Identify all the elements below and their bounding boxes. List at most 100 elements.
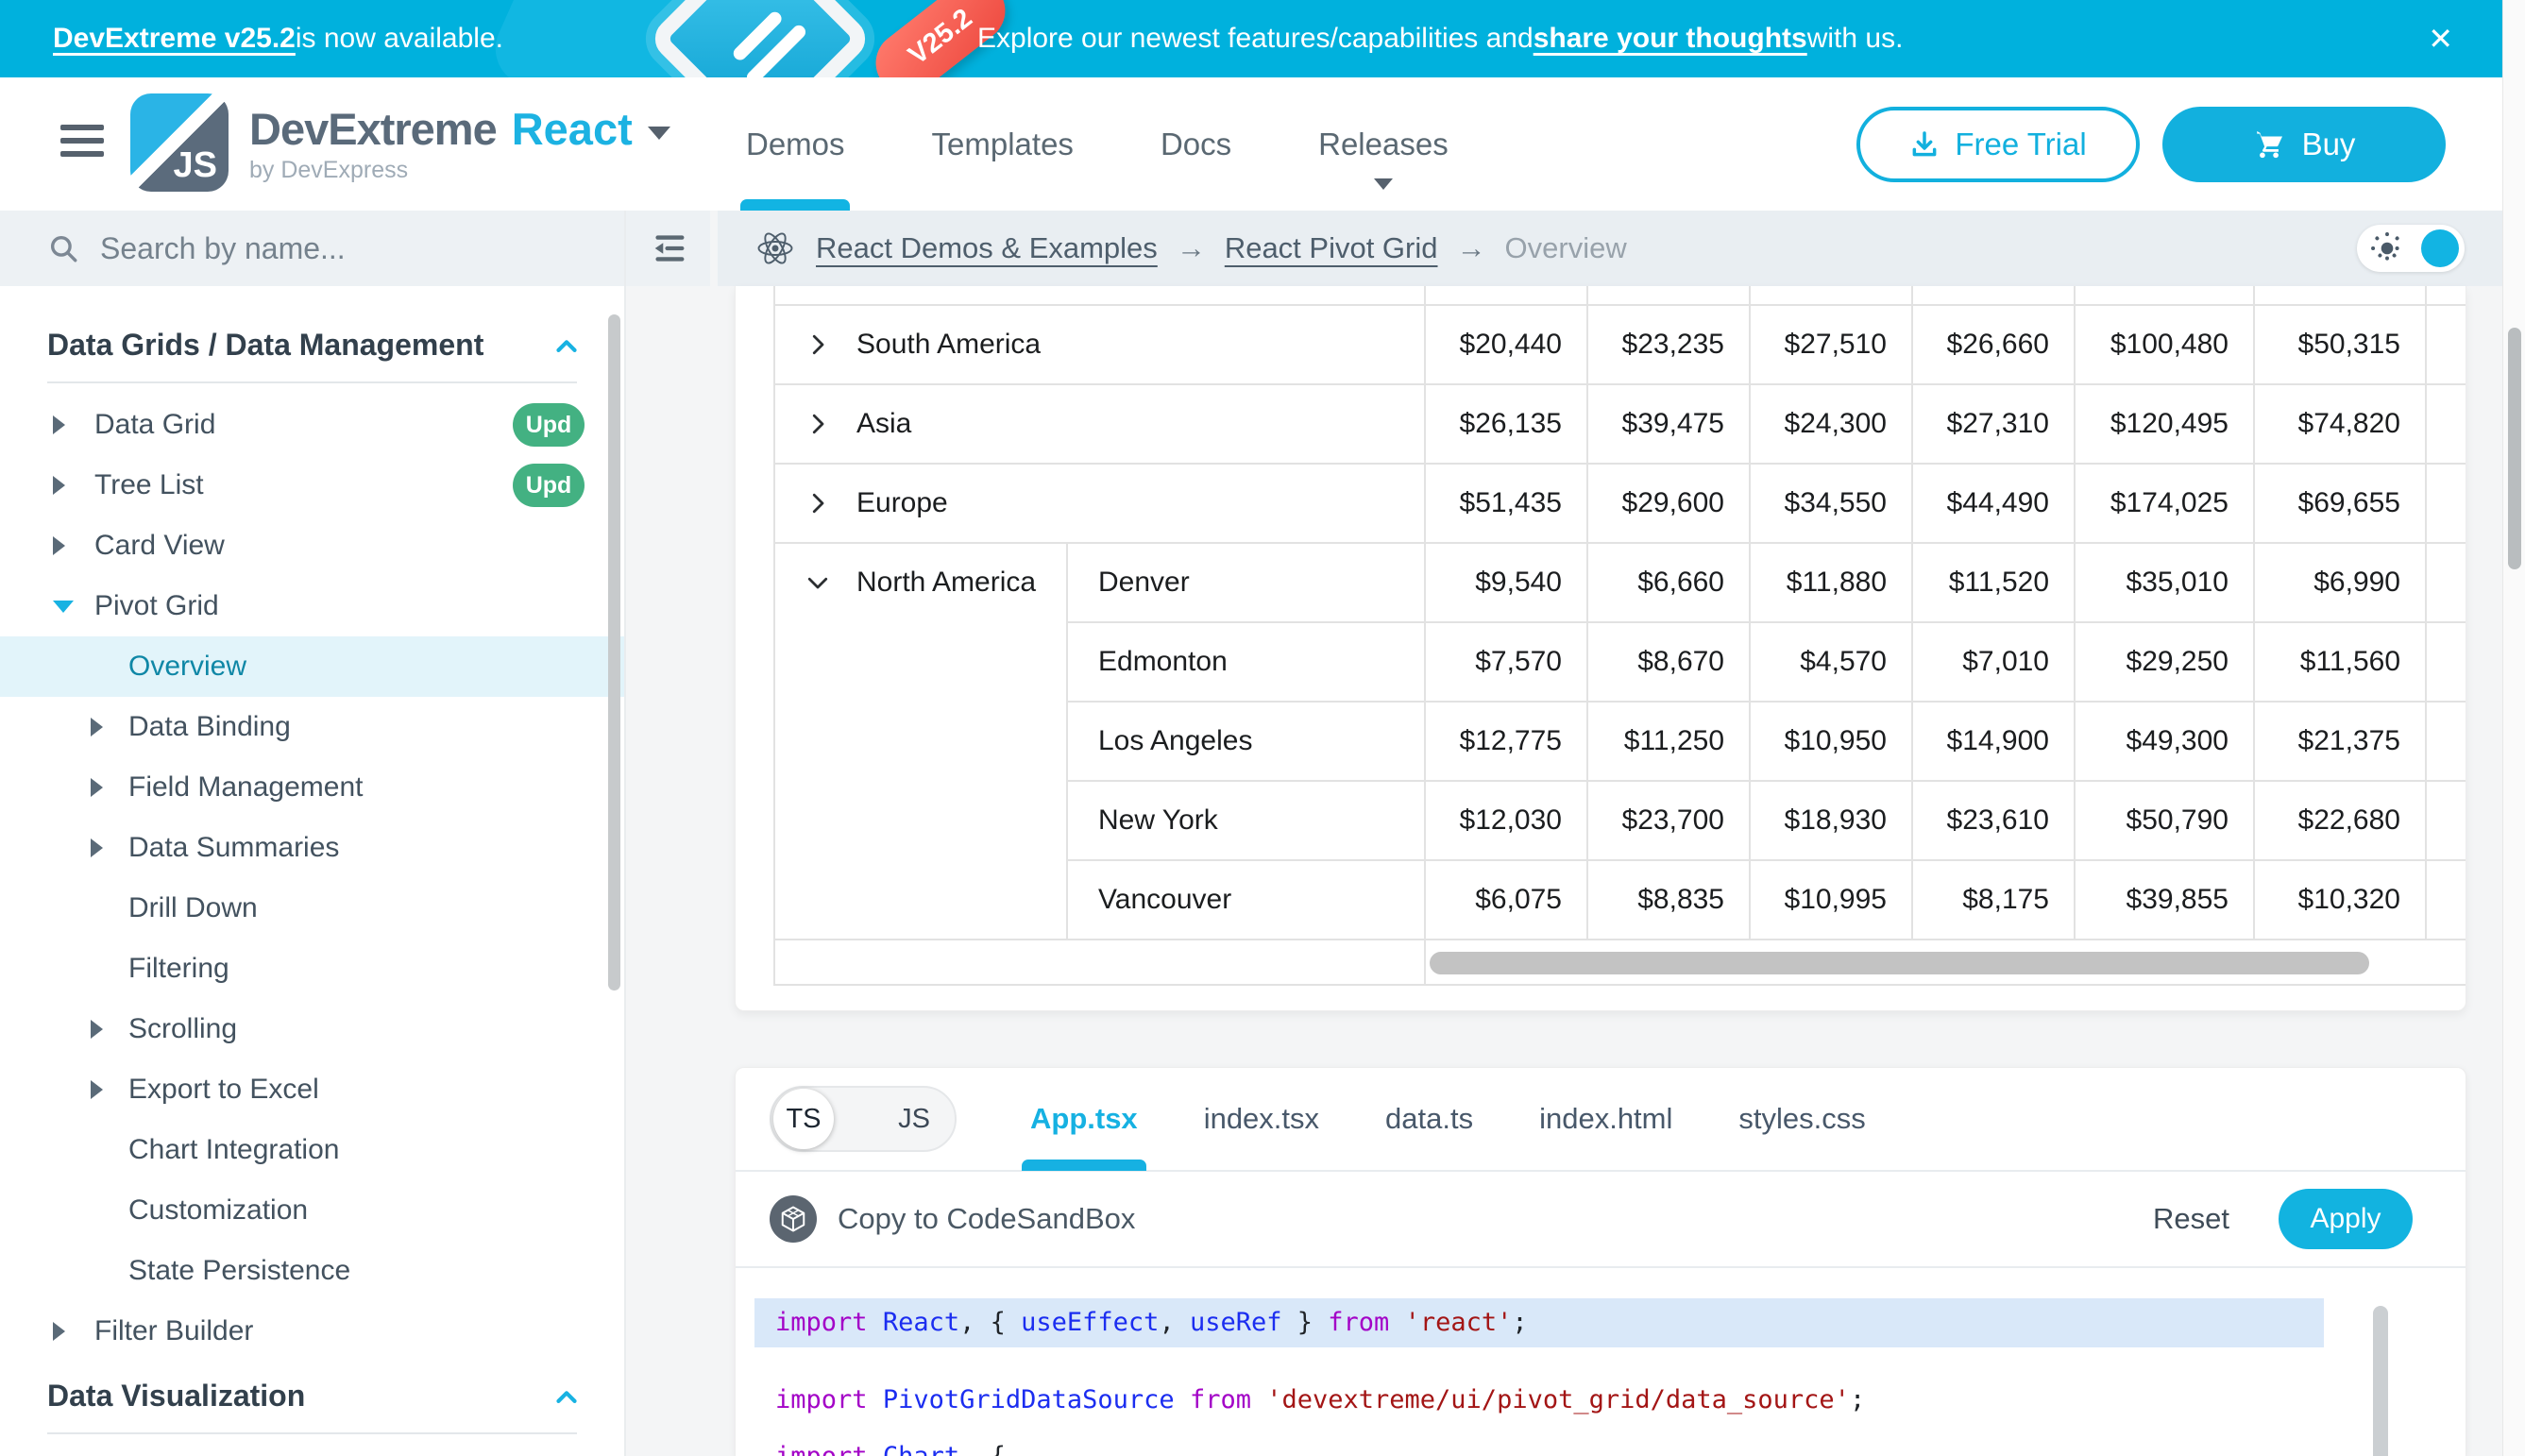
breadcrumb-link-pivot-grid[interactable]: React Pivot Grid [1225, 231, 1438, 265]
file-tab-index-html[interactable]: index.html [1539, 1067, 1672, 1171]
toggle-option-ts[interactable]: TS [771, 1104, 836, 1135]
pivot-value-cell[interactable]: $27,510 [1750, 305, 1912, 384]
pivot-value-cell[interactable]: $26,135 [1425, 384, 1587, 464]
collapse-arrow-icon[interactable] [53, 601, 74, 613]
expand-arrow-icon[interactable] [91, 838, 103, 857]
sidebar-item-customization[interactable]: Customization [0, 1180, 624, 1241]
sidebar-item-drill-down[interactable]: Drill Down [0, 878, 624, 939]
sidebar-item-field-management[interactable]: Field Management [0, 757, 624, 818]
reset-button[interactable]: Reset [2153, 1202, 2229, 1236]
sidebar-scrollbar[interactable] [608, 314, 620, 990]
file-tab-data-ts[interactable]: data.ts [1385, 1067, 1473, 1171]
expand-arrow-icon[interactable] [53, 415, 65, 434]
pivot-value-cell[interactable]: $49,300 [2075, 702, 2254, 781]
expand-arrow-icon[interactable] [91, 1080, 103, 1099]
sidebar-item-card-view[interactable]: Card View [0, 516, 624, 576]
sidebar-item-filtering[interactable]: Filtering [0, 939, 624, 999]
sidebar-section-data-grids-data-management[interactable]: Data Grids / Data Management [0, 311, 624, 376]
horizontal-scrollbar[interactable] [1425, 940, 2466, 985]
pivot-row-header[interactable]: Asia [774, 384, 1425, 464]
pivot-value-cell[interactable]: $27,310 [1912, 384, 2075, 464]
expand-arrow-icon[interactable] [53, 536, 65, 555]
nav-item-releases[interactable]: Releases [1318, 77, 1449, 211]
search-input[interactable] [100, 231, 553, 266]
pivot-value-cell[interactable] [2075, 286, 2254, 305]
apply-button[interactable]: Apply [2279, 1189, 2413, 1249]
pivot-value-cell[interactable]: $51,435 [1425, 464, 1587, 543]
pivot-value-cell[interactable]: $39,475 [1587, 384, 1750, 464]
pivot-value-cell[interactable]: $34,550 [1750, 464, 1912, 543]
toc-collapse-button[interactable] [626, 211, 710, 286]
sidebar-section-data-visualization[interactable]: Data Visualization [0, 1362, 624, 1427]
pivot-value-cell[interactable] [1912, 286, 2075, 305]
nav-item-demos[interactable]: Demos [746, 77, 845, 211]
breadcrumb-link-demos[interactable]: React Demos & Examples [816, 231, 1158, 265]
pivot-city-cell[interactable]: Denver [1067, 543, 1425, 622]
pivot-value-cell[interactable]: $10,995 [1750, 860, 1912, 940]
pivot-value-cell[interactable]: $74,820 [2254, 384, 2426, 464]
pivot-city-cell[interactable]: Los Angeles [1067, 702, 1425, 781]
sidebar-item-scrolling[interactable]: Scrolling [0, 999, 624, 1059]
expand-arrow-icon[interactable] [53, 476, 65, 495]
nav-item-templates[interactable]: Templates [932, 77, 1074, 211]
pivot-value-cell[interactable]: $35,010 [2075, 543, 2254, 622]
language-toggle[interactable]: TS JS [770, 1086, 957, 1152]
pivot-value-cell[interactable]: $12,030 [1425, 781, 1587, 860]
code-scrollbar[interactable] [2373, 1306, 2388, 1456]
brand-logo[interactable]: JS DevExtreme React by DevExpress [130, 93, 670, 192]
pivot-value-cell[interactable]: $50,790 [2075, 781, 2254, 860]
copy-to-codesandbox-button[interactable]: Copy to CodeSandBox [770, 1195, 1135, 1243]
pivot-value-cell[interactable]: $29,600 [1587, 464, 1750, 543]
theme-toggle[interactable] [2357, 225, 2465, 272]
pivot-value-cell[interactable]: $8,670 [1587, 622, 1750, 702]
code-editor[interactable]: import React, { useEffect, useRef } from… [736, 1298, 2466, 1456]
pivot-value-cell[interactable]: $24,300 [1750, 384, 1912, 464]
expand-arrow-icon[interactable] [91, 1020, 103, 1039]
pivot-value-cell[interactable]: $20,440 [1425, 305, 1587, 384]
chevron-right-icon[interactable] [804, 410, 832, 438]
expand-arrow-icon[interactable] [91, 778, 103, 797]
pivot-value-cell[interactable]: $22,680 [2254, 781, 2426, 860]
pivot-value-cell[interactable]: $21,375 [2254, 702, 2426, 781]
pivot-city-cell[interactable]: Vancouver [1067, 860, 1425, 940]
pivot-value-cell[interactable] [1587, 286, 1750, 305]
sidebar-item-export-to-excel[interactable]: Export to Excel [0, 1059, 624, 1120]
pivot-value-cell[interactable]: $10,320 [2254, 860, 2426, 940]
sidebar-item-data-grid[interactable]: Data GridUpd [0, 395, 624, 455]
hamburger-menu-icon[interactable] [60, 125, 104, 162]
pivot-value-cell[interactable]: $23,235 [1587, 305, 1750, 384]
pivot-value-cell[interactable] [2254, 286, 2426, 305]
pivot-value-cell[interactable]: $23,610 [1912, 781, 2075, 860]
pivot-value-cell[interactable]: $11,880 [1750, 543, 1912, 622]
framework-name[interactable]: React [512, 103, 633, 155]
pivot-value-cell[interactable]: $23,700 [1587, 781, 1750, 860]
nav-item-docs[interactable]: Docs [1161, 77, 1231, 211]
file-tab-app-tsx[interactable]: App.tsx [1030, 1067, 1138, 1171]
pivot-value-cell[interactable]: $69,655 [2254, 464, 2426, 543]
pivot-group-header[interactable]: North America [774, 543, 1067, 940]
sidebar-item-state-persistence[interactable]: State Persistence [0, 1241, 624, 1301]
pivot-value-cell[interactable]: $4,570 [1750, 622, 1912, 702]
sidebar-item-pivot-grid[interactable]: Pivot Grid [0, 576, 624, 636]
pivot-value-cell[interactable]: $174,025 [2075, 464, 2254, 543]
sidebar-item-tree-list[interactable]: Tree ListUpd [0, 455, 624, 516]
chevron-right-icon[interactable] [804, 330, 832, 359]
pivot-city-cell[interactable]: New York [1067, 781, 1425, 860]
pivot-value-cell[interactable]: $7,010 [1912, 622, 2075, 702]
page-scrollbar-thumb[interactable] [2508, 328, 2521, 569]
page-scrollbar[interactable] [2502, 0, 2525, 1456]
chevron-right-icon[interactable] [804, 489, 832, 517]
pivot-value-cell[interactable]: $6,660 [1587, 543, 1750, 622]
pivot-value-cell[interactable]: $26,660 [1912, 305, 2075, 384]
expand-arrow-icon[interactable] [53, 1322, 65, 1341]
pivot-value-cell[interactable]: $39,855 [2075, 860, 2254, 940]
pivot-value-cell[interactable]: $6,990 [2254, 543, 2426, 622]
pivot-value-cell[interactable]: $8,175 [1912, 860, 2075, 940]
chevron-down-icon[interactable] [804, 568, 832, 597]
sidebar-item-filter-builder[interactable]: Filter Builder [0, 1301, 624, 1362]
pivot-value-cell[interactable] [1425, 286, 1587, 305]
pivot-value-cell[interactable]: $29,250 [2075, 622, 2254, 702]
pivot-row-header[interactable]: South America [774, 305, 1425, 384]
theme-toggle-knob[interactable] [2421, 229, 2459, 267]
pivot-value-cell[interactable]: $11,520 [1912, 543, 2075, 622]
